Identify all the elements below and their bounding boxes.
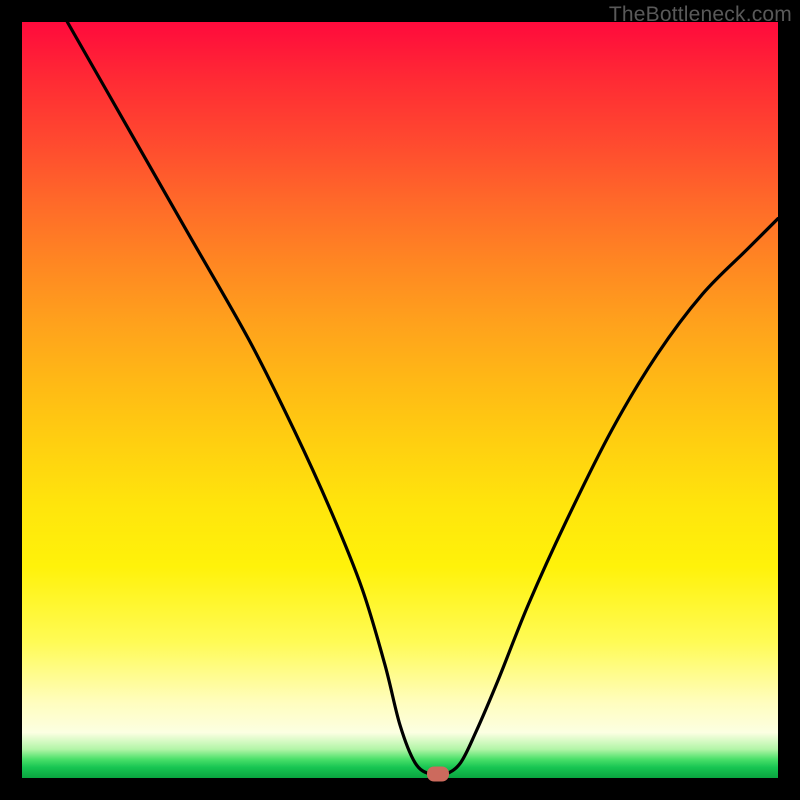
plot-area: [22, 22, 778, 778]
optimal-point-marker: [427, 767, 449, 782]
bottleneck-curve: [22, 22, 778, 778]
chart-frame: TheBottleneck.com: [0, 0, 800, 800]
